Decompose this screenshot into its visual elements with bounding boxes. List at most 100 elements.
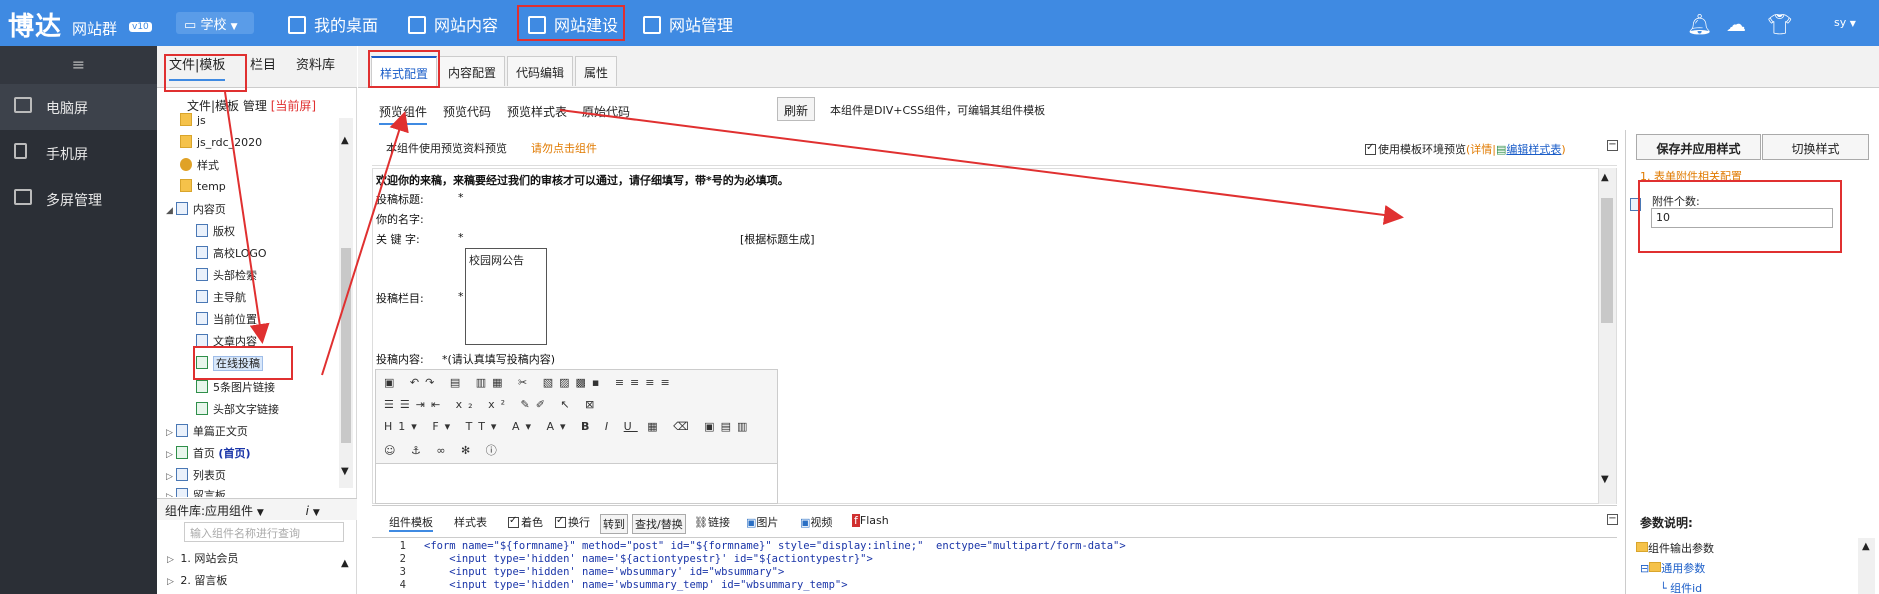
preview-scrollbar-thumb[interactable]: [1601, 198, 1613, 323]
menu-collapse-icon[interactable]: ≡: [0, 46, 157, 84]
editor-toolbar-row[interactable]: ☺ ⚓ ∞ ✻ ⓘ: [384, 442, 503, 458]
tree-item[interactable]: 高校LOGO: [196, 245, 267, 265]
tree-item[interactable]: ▷ 列表页: [166, 467, 226, 487]
sidebar-item-mobile[interactable]: 手机屏: [0, 130, 157, 176]
tree-item[interactable]: ▷ 单篇正文页: [166, 423, 248, 443]
component-search-input[interactable]: 输入组件名称进行查询: [184, 522, 344, 542]
insert-image-button[interactable]: ▣图片: [746, 514, 778, 530]
collapsed-arrow-icon[interactable]: ▷: [167, 577, 174, 587]
sidebar-item-multiscreen[interactable]: 多屏管理: [0, 176, 157, 222]
code-line[interactable]: <form name="${formname}" method="post" i…: [424, 540, 1126, 552]
site-switch-dropdown[interactable]: ▭ 学校 ▼: [176, 12, 254, 34]
component-library-bar[interactable]: 组件库:应用组件 ▼ i ▼: [157, 498, 357, 520]
find-replace-button[interactable]: 查找/替换: [632, 514, 686, 534]
subtab-raw-code[interactable]: 原始代码: [582, 103, 630, 120]
column-option[interactable]: 校园网公告: [469, 254, 524, 267]
tree-item[interactable]: 样式: [180, 157, 219, 177]
tree-item[interactable]: 当前位置: [196, 311, 257, 331]
collapse-icon[interactable]: −: [1607, 514, 1618, 525]
switch-style-button[interactable]: 切换样式: [1762, 134, 1869, 160]
param-tree-item[interactable]: ⊟ 通用参数: [1640, 560, 1705, 576]
font-family-button[interactable]: F: [432, 420, 444, 433]
wrap-checkbox[interactable]: 换行: [555, 514, 590, 530]
tree-item[interactable]: js: [180, 113, 206, 133]
tab-code-edit[interactable]: 代码编辑: [507, 56, 574, 86]
shirt-icon[interactable]: 👕︎: [1767, 12, 1792, 36]
tree-scrollbar-thumb[interactable]: [341, 248, 351, 443]
tab-component-template[interactable]: 组件模板: [389, 514, 433, 532]
info-icon[interactable]: i: [306, 504, 309, 518]
tree-item[interactable]: ◢ 内容页: [166, 201, 226, 221]
collapsed-arrow-icon[interactable]: ▷: [166, 472, 173, 482]
color-checkbox[interactable]: 着色: [508, 514, 543, 530]
tree-item[interactable]: 版权: [196, 223, 235, 243]
tree-item[interactable]: 主导航: [196, 289, 246, 309]
subtab-preview-stylesheet[interactable]: 预览样式表: [507, 103, 567, 120]
rich-editor-body[interactable]: [375, 464, 778, 504]
font-size-button[interactable]: TT: [466, 420, 491, 433]
editor-toolbar-row[interactable]: ▣ ↶↷ ▤ ▥▦ ✂ ▧▨▩▪ ≡≡≡≡: [384, 376, 676, 389]
scroll-up-icon[interactable]: ▲: [1862, 541, 1870, 552]
param-tree-item[interactable]: └ 组件id: [1660, 580, 1702, 594]
refresh-button[interactable]: 刷新: [777, 97, 815, 121]
collapsed-arrow-icon[interactable]: ▷: [166, 450, 173, 460]
collapsed-arrow-icon[interactable]: ▷: [166, 492, 173, 497]
attachment-count-input[interactable]: 10: [1651, 208, 1833, 228]
env-preview-checkbox[interactable]: 使用模板环境预览(详情|▤编辑样式表): [1365, 141, 1566, 157]
scroll-up-icon[interactable]: ▲: [341, 558, 349, 569]
scroll-up-icon[interactable]: ▲: [1601, 172, 1609, 183]
library-item[interactable]: ▷ 1. 网站会员: [167, 550, 238, 566]
collapsed-arrow-icon[interactable]: ▷: [167, 555, 174, 565]
library-select[interactable]: 应用组件: [205, 504, 253, 518]
goto-button[interactable]: 转到: [600, 514, 628, 534]
expanded-arrow-icon[interactable]: ◢: [166, 206, 173, 216]
tab-library[interactable]: 资料库: [296, 54, 335, 73]
user-menu[interactable]: sy ▼: [1834, 16, 1856, 29]
tree-item[interactable]: 头部文字链接: [196, 401, 279, 421]
subtab-preview-component[interactable]: 预览组件: [379, 103, 428, 125]
checkbox-checked-icon[interactable]: [1365, 142, 1376, 155]
collapse-icon[interactable]: ⊟: [1640, 562, 1649, 575]
scroll-down-icon[interactable]: ▼: [1601, 474, 1609, 485]
editor-toolbar-row[interactable]: ☰☰⇥⇤ x₂ x² ✎✐ ↖ ⊠: [384, 398, 600, 411]
tree-item[interactable]: 头部检索: [196, 267, 257, 287]
code-line[interactable]: <input type='hidden' name='${actiontypes…: [424, 553, 873, 565]
insert-link-button[interactable]: ⛓链接: [694, 514, 730, 530]
tab-content-config[interactable]: 内容配置: [439, 56, 506, 86]
nav-site-manage[interactable]: 网站管理: [643, 12, 733, 36]
tree-item[interactable]: temp: [180, 179, 226, 199]
save-apply-style-button[interactable]: 保存并应用样式: [1636, 134, 1761, 160]
code-line[interactable]: <input type='hidden' name='wbsummary_tem…: [424, 579, 847, 591]
chevron-down-icon[interactable]: ▼: [313, 508, 320, 518]
tree-item[interactable]: 5条图片链接: [196, 379, 275, 399]
edit-stylesheet-link[interactable]: 编辑样式表: [1506, 143, 1561, 156]
library-item[interactable]: ▷ 2. 留言板: [167, 572, 227, 588]
tree-item[interactable]: js_rdc_2020: [180, 135, 262, 155]
collapse-icon[interactable]: −: [1607, 140, 1618, 151]
env-detail-link[interactable]: (详情: [1466, 143, 1492, 156]
scroll-down-icon[interactable]: ▼: [341, 466, 349, 477]
tab-properties[interactable]: 属性: [575, 56, 618, 86]
param-tree-item[interactable]: 组件输出参数: [1636, 540, 1714, 556]
editor-toolbar-row[interactable]: H1▾ F▾ TT▾ A▾ A▾ B I U ▦ ⌫ ▣▤▥: [384, 420, 753, 433]
cloud-icon[interactable]: ☁︎: [1726, 12, 1746, 36]
tree-item[interactable]: ▷ 首页 (首页): [166, 445, 250, 465]
code-editor[interactable]: 1 <form name="${formname}" method="post"…: [372, 538, 1617, 594]
subtab-preview-code[interactable]: 预览代码: [443, 103, 491, 120]
nav-site-content[interactable]: 网站内容: [408, 12, 498, 36]
tab-stylesheet[interactable]: 样式表: [454, 514, 487, 530]
nav-my-desktop[interactable]: 我的桌面: [288, 12, 378, 36]
checkbox-checked-icon[interactable]: [555, 515, 566, 528]
heading-button[interactable]: H1: [384, 420, 411, 433]
tree-item[interactable]: ▷ 留言板: [166, 487, 226, 497]
column-select-list[interactable]: 校园网公告: [465, 248, 547, 345]
checkbox-checked-icon[interactable]: [508, 515, 519, 528]
code-line[interactable]: <input type='hidden' name='wbsummary' id…: [424, 566, 784, 578]
tab-columns[interactable]: 栏目: [250, 54, 276, 73]
collapsed-arrow-icon[interactable]: ▷: [166, 428, 173, 438]
scroll-up-icon[interactable]: ▲: [341, 135, 349, 146]
insert-video-button[interactable]: ▣视频: [800, 514, 832, 530]
bell-icon[interactable]: 🔔︎: [1687, 12, 1712, 36]
insert-flash-button[interactable]: f Flash: [852, 514, 889, 527]
sidebar-item-desktop[interactable]: 电脑屏: [0, 84, 157, 130]
